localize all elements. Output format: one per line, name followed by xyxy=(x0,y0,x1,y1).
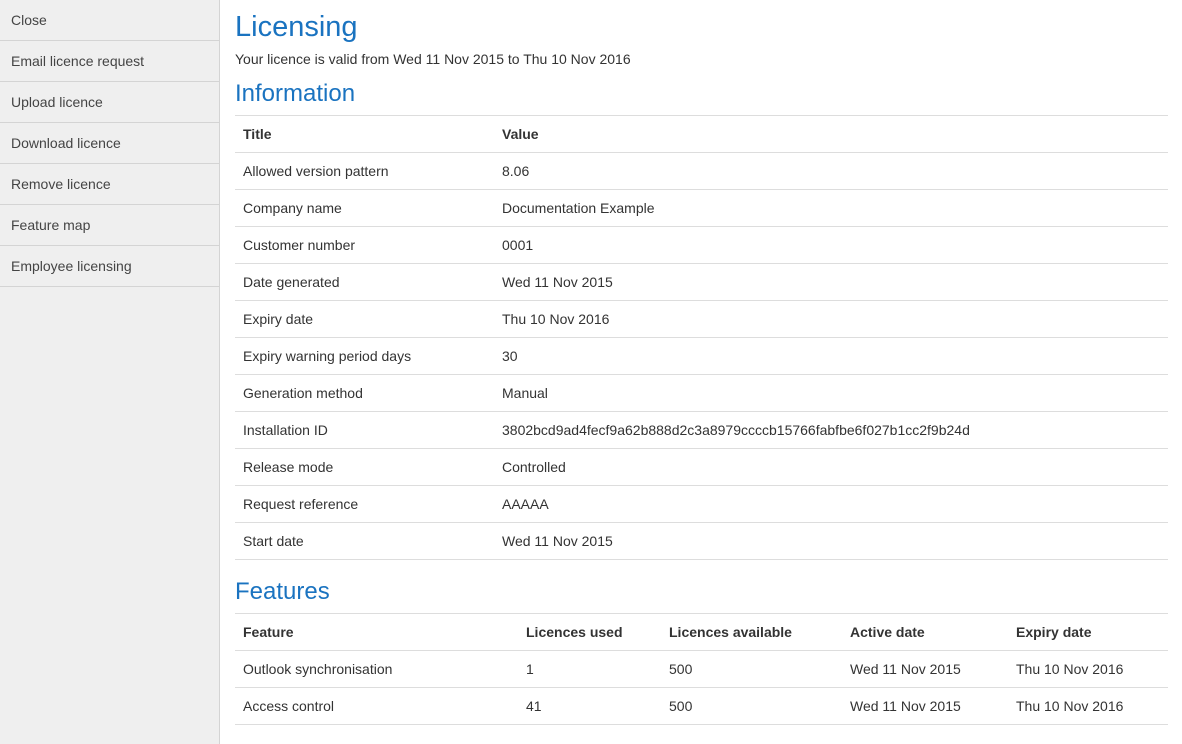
row-value: Wed 11 Nov 2015 xyxy=(494,263,1168,301)
main-content: Licensing Your licence is valid from Wed… xyxy=(220,0,1182,744)
row-value: Wed 11 Nov 2015 xyxy=(494,522,1168,560)
features-heading: Features xyxy=(235,578,330,605)
table-header-row: Title Value xyxy=(235,115,1168,153)
row-title: Installation ID xyxy=(235,411,494,449)
information-table: Title Value Allowed version pattern 8.06 … xyxy=(235,115,1168,560)
feature-name: Outlook synchronisation xyxy=(235,650,518,688)
licences-available: 500 xyxy=(661,650,842,688)
column-header-licences-used: Licences used xyxy=(518,613,661,651)
column-header-value: Value xyxy=(494,115,1168,153)
table-row: Company name Documentation Example xyxy=(235,189,1168,227)
expiry-date: Thu 10 Nov 2016 xyxy=(1008,687,1168,725)
table-row: Release mode Controlled xyxy=(235,448,1168,486)
table-row: Request reference AAAAA xyxy=(235,485,1168,523)
active-date: Wed 11 Nov 2015 xyxy=(842,650,1008,688)
row-title: Release mode xyxy=(235,448,494,486)
row-title: Date generated xyxy=(235,263,494,301)
licences-available: 500 xyxy=(661,687,842,725)
row-value: Thu 10 Nov 2016 xyxy=(494,300,1168,338)
sidebar-item-email-licence-request[interactable]: Email licence request xyxy=(0,41,219,82)
licences-used: 41 xyxy=(518,687,661,725)
table-row: Allowed version pattern 8.06 xyxy=(235,152,1168,190)
column-header-licences-available: Licences available xyxy=(661,613,842,651)
column-header-expiry-date: Expiry date xyxy=(1008,613,1168,651)
row-value: Documentation Example xyxy=(494,189,1168,227)
column-header-title: Title xyxy=(235,115,494,153)
page-title: Licensing xyxy=(235,11,358,43)
row-title: Start date xyxy=(235,522,494,560)
row-value: 30 xyxy=(494,337,1168,375)
licence-validity-text: Your licence is valid from Wed 11 Nov 20… xyxy=(235,51,631,67)
row-title: Company name xyxy=(235,189,494,227)
row-title: Allowed version pattern xyxy=(235,152,494,190)
table-row: Start date Wed 11 Nov 2015 xyxy=(235,522,1168,560)
table-row: Expiry warning period days 30 xyxy=(235,337,1168,375)
table-row: Expiry date Thu 10 Nov 2016 xyxy=(235,300,1168,338)
feature-name: Access control xyxy=(235,687,518,725)
licences-used: 1 xyxy=(518,650,661,688)
row-value: Controlled xyxy=(494,448,1168,486)
column-header-feature: Feature xyxy=(235,613,518,651)
sidebar-item-download-licence[interactable]: Download licence xyxy=(0,123,219,164)
active-date: Wed 11 Nov 2015 xyxy=(842,687,1008,725)
row-title: Expiry date xyxy=(235,300,494,338)
row-value: 0001 xyxy=(494,226,1168,264)
column-header-active-date: Active date xyxy=(842,613,1008,651)
row-title: Request reference xyxy=(235,485,494,523)
row-value: 8.06 xyxy=(494,152,1168,190)
table-row: Access control 41 500 Wed 11 Nov 2015 Th… xyxy=(235,687,1168,725)
sidebar-item-employee-licensing[interactable]: Employee licensing xyxy=(0,246,219,287)
table-header-row: Feature Licences used Licences available… xyxy=(235,613,1168,651)
features-table: Feature Licences used Licences available… xyxy=(235,613,1168,725)
row-value: Manual xyxy=(494,374,1168,412)
information-heading: Information xyxy=(235,80,356,107)
table-row: Generation method Manual xyxy=(235,374,1168,412)
expiry-date: Thu 10 Nov 2016 xyxy=(1008,650,1168,688)
table-row: Outlook synchronisation 1 500 Wed 11 Nov… xyxy=(235,650,1168,688)
table-row: Installation ID 3802bcd9ad4fecf9a62b888d2… xyxy=(235,411,1168,449)
row-title: Customer number xyxy=(235,226,494,264)
sidebar-item-close[interactable]: Close xyxy=(0,0,219,41)
app-layout: Close Email licence request Upload licen… xyxy=(0,0,1182,744)
sidebar-item-feature-map[interactable]: Feature map xyxy=(0,205,219,246)
table-row: Date generated Wed 11 Nov 2015 xyxy=(235,263,1168,301)
table-row: Customer number 0001 xyxy=(235,226,1168,264)
sidebar: Close Email licence request Upload licen… xyxy=(0,0,220,744)
sidebar-item-remove-licence[interactable]: Remove licence xyxy=(0,164,219,205)
row-value: AAAAA xyxy=(494,485,1168,523)
row-value: 3802bcd9ad4fecf9a62b888d2c3a8979ccccb157… xyxy=(494,411,1168,449)
sidebar-item-upload-licence[interactable]: Upload licence xyxy=(0,82,219,123)
row-title: Generation method xyxy=(235,374,494,412)
row-title: Expiry warning period days xyxy=(235,337,494,375)
